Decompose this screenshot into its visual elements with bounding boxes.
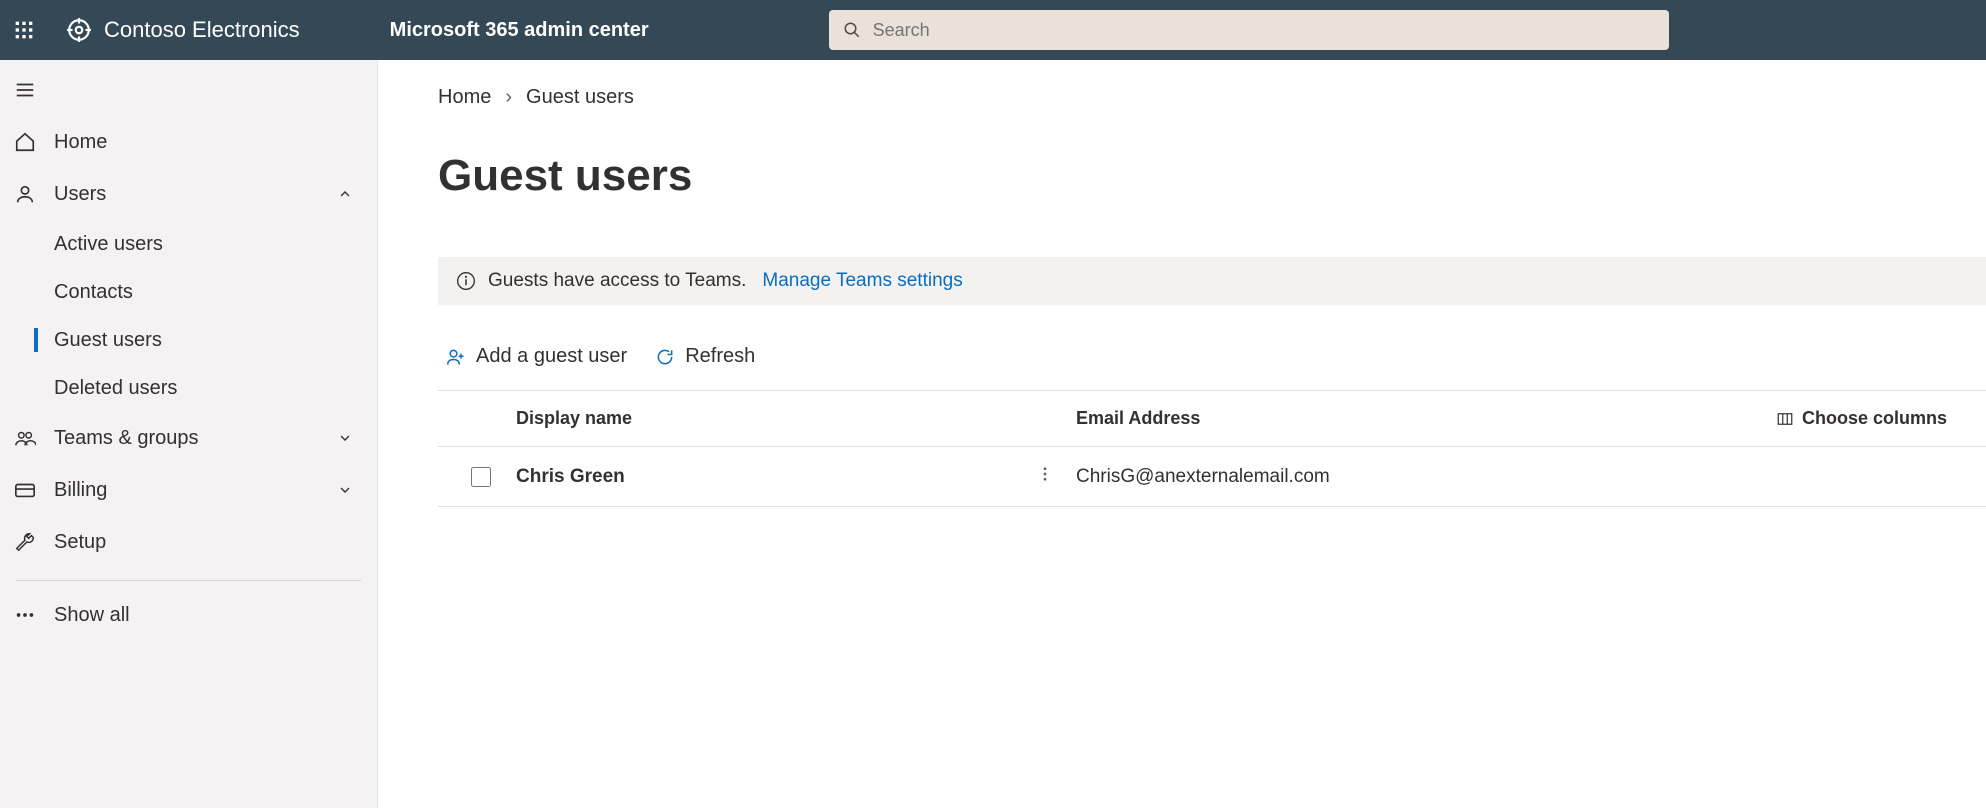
choose-columns-button[interactable]: Choose columns — [1776, 408, 1986, 429]
person-add-icon — [446, 347, 466, 367]
row-email: ChrisG@anexternalemail.com — [1076, 466, 1776, 488]
nav-collapse-button[interactable] — [0, 64, 377, 116]
more-horizontal-icon — [14, 604, 36, 626]
command-bar: Add a guest user Refresh — [438, 345, 1986, 391]
sidebar-item-home[interactable]: Home — [0, 116, 377, 168]
manage-teams-settings-link[interactable]: Manage Teams settings — [762, 270, 962, 292]
sidebar-item-deleted-users[interactable]: Deleted users — [0, 364, 377, 412]
hamburger-icon — [14, 79, 36, 101]
breadcrumb: Home › Guest users — [438, 86, 1986, 109]
breadcrumb-home[interactable]: Home — [438, 86, 491, 109]
breadcrumb-separator-icon: › — [505, 86, 512, 109]
page-title: Guest users — [438, 151, 1986, 201]
sidebar-item-label: Guest users — [54, 329, 162, 352]
sidebar-item-users[interactable]: Users — [0, 168, 377, 220]
command-label: Add a guest user — [476, 345, 627, 368]
add-guest-user-button[interactable]: Add a guest user — [446, 345, 627, 368]
table-row[interactable]: Chris Green ChrisG@anexternalemail.com — [438, 447, 1986, 507]
table-header: Display name Email Address Choose column… — [438, 391, 1986, 447]
search-icon — [843, 21, 861, 39]
more-vertical-icon[interactable] — [1036, 465, 1054, 483]
sidebar-item-label: Users — [54, 183, 319, 206]
refresh-button[interactable]: Refresh — [655, 345, 755, 368]
columns-icon — [1776, 410, 1794, 428]
sidebar-item-label: Deleted users — [54, 377, 177, 400]
info-icon — [456, 271, 476, 291]
app-title: Microsoft 365 admin center — [390, 19, 649, 42]
global-search[interactable] — [829, 10, 1669, 50]
column-header-display-name[interactable]: Display name — [516, 408, 1036, 429]
column-header-email[interactable]: Email Address — [1076, 408, 1776, 429]
credit-card-icon — [14, 479, 36, 501]
sidebar-item-contacts[interactable]: Contacts — [0, 268, 377, 316]
home-icon — [14, 131, 36, 153]
sidebar-divider — [16, 580, 361, 581]
refresh-icon — [655, 347, 675, 367]
info-banner: Guests have access to Teams. Manage Team… — [438, 257, 1986, 305]
info-banner-text: Guests have access to Teams. — [488, 270, 746, 292]
person-icon — [14, 183, 36, 205]
sidebar-item-label: Home — [54, 131, 353, 154]
sidebar-item-label: Active users — [54, 233, 163, 256]
waffle-icon — [14, 20, 34, 40]
wrench-icon — [14, 531, 36, 553]
tenant-brand[interactable]: Contoso Electronics — [66, 17, 300, 43]
tenant-name: Contoso Electronics — [104, 17, 300, 43]
sidebar-item-active-users[interactable]: Active users — [0, 220, 377, 268]
choose-columns-label: Choose columns — [1802, 408, 1947, 429]
command-label: Refresh — [685, 345, 755, 368]
sidebar-item-setup[interactable]: Setup — [0, 516, 377, 568]
chevron-down-icon — [337, 482, 353, 498]
sidebar-item-label: Contacts — [54, 281, 133, 304]
tenant-logo-icon — [66, 17, 92, 43]
row-checkbox[interactable] — [471, 467, 491, 487]
app-launcher[interactable] — [0, 0, 48, 60]
sidebar-item-guest-users[interactable]: Guest users — [0, 316, 377, 364]
sidebar-item-label: Teams & groups — [54, 427, 319, 450]
row-display-name[interactable]: Chris Green — [516, 466, 1036, 488]
sidebar-item-label: Show all — [54, 604, 353, 627]
chevron-up-icon — [337, 186, 353, 202]
sidebar-item-label: Billing — [54, 479, 319, 502]
sidebar-item-show-all[interactable]: Show all — [0, 589, 377, 641]
sidebar-item-billing[interactable]: Billing — [0, 464, 377, 516]
sidebar-item-label: Setup — [54, 531, 353, 554]
sidebar-item-teams-groups[interactable]: Teams & groups — [0, 412, 377, 464]
sidebar: Home Users Active users Contacts Guest u… — [0, 60, 378, 808]
chevron-down-icon — [337, 430, 353, 446]
breadcrumb-current: Guest users — [526, 86, 634, 109]
search-input[interactable] — [873, 20, 1655, 41]
people-icon — [14, 427, 36, 449]
